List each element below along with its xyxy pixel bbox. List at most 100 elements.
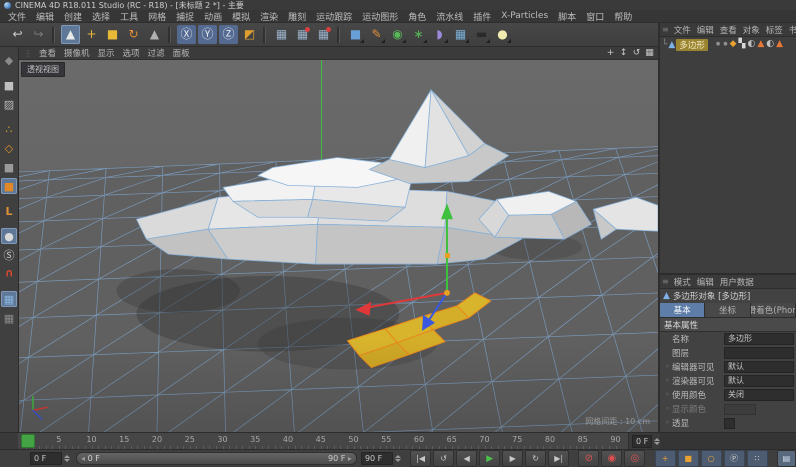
keyframe-dot-icon[interactable]: ◦ [663,363,672,371]
key-position-toggle[interactable]: + [655,450,676,467]
undo-icon[interactable]: ↩ [8,25,27,44]
menu-item[interactable]: 运动跟踪 [311,10,357,23]
lock-workplane-icon[interactable]: ▦ [1,310,17,326]
dolly-view-icon[interactable]: ↕ [617,48,630,58]
attribute-value[interactable]: 默认 [724,375,794,387]
autokey-button[interactable]: ◉ [601,450,622,467]
viewport-menu-item[interactable]: 选项 [119,47,144,59]
menu-item[interactable]: 渲染 [255,10,283,23]
object-row[interactable]: └ ▲ 多边形 ●●◆▚◐▲◐▲ [660,37,796,52]
live-selection-tool[interactable]: ▲ [61,25,80,44]
attribute-manager-menu-item[interactable]: 编辑 [694,276,717,288]
edges-mode-icon[interactable]: ◇ [1,140,17,156]
texture-tag-2[interactable]: ◐ [766,37,774,52]
attribute-value[interactable] [724,404,756,415]
rotate-tool[interactable]: ↻ [124,25,143,44]
attribute-value[interactable]: 多边形 [724,333,794,345]
menu-item[interactable]: X-Particles [496,11,553,21]
menu-item[interactable]: 雕刻 [283,10,311,23]
range-end-spinner[interactable] [395,455,401,462]
menu-item[interactable]: 选择 [87,10,115,23]
model-mode-icon[interactable]: ■ [1,77,17,93]
next-frame-button[interactable]: ▶ [502,450,523,467]
light-icon[interactable]: ● [493,25,512,44]
spline-pen-icon[interactable]: ✎ [367,25,386,44]
phong-tag[interactable]: ▲ [757,37,764,52]
object-name-label[interactable]: 多边形 [676,39,708,51]
menu-item[interactable]: 工具 [115,10,143,23]
menu-item[interactable]: 编辑 [31,10,59,23]
current-frame-field[interactable]: 0 F [632,435,652,448]
attribute-manager-menu-item[interactable]: 用户数据 [717,276,757,288]
phong-tag-2[interactable]: ▲ [776,37,783,52]
editor-visibility-dot[interactable]: ● [716,37,720,52]
pan-view-icon[interactable]: + [604,48,617,58]
menu-item[interactable]: 流水线 [431,10,468,23]
menu-item[interactable]: 帮助 [609,10,637,23]
rotate-view-icon[interactable]: ↺ [630,48,643,58]
range-start-field[interactable]: 0 F [30,452,62,465]
viewport-canvas[interactable]: 透视视图 网格间距 : 10 cm [19,60,658,432]
key-rotation-toggle[interactable]: ○ [701,450,722,467]
polygon-object-icon[interactable]: ▲ [668,40,675,50]
keyframe-dot-icon[interactable]: ◦ [663,391,672,399]
menu-item[interactable]: 捕捉 [171,10,199,23]
menu-item[interactable]: 动画 [199,10,227,23]
snap-s-icon[interactable]: Ⓢ [1,247,17,263]
prev-frame-button[interactable]: ◀ [456,450,477,467]
render-settings-icon[interactable]: ▦ [314,25,333,44]
attribute-value[interactable] [724,347,794,359]
object-manager-menu-item[interactable]: 标签 [763,24,786,36]
goto-next-key-button[interactable]: ↻ [525,450,546,467]
attribute-value[interactable]: 默认 [724,361,794,373]
environment-icon[interactable]: ▦ [451,25,470,44]
keyframe-dot-icon[interactable]: ◦ [663,419,672,427]
render-view-icon[interactable]: ▦ [272,25,291,44]
move-tool[interactable]: + [82,25,101,44]
key-pla-toggle[interactable]: ∷ [747,450,768,467]
goto-start-button[interactable]: |◀ [410,450,431,467]
subdivision-surface-icon[interactable]: ◉ [388,25,407,44]
menu-item[interactable]: 脚本 [553,10,581,23]
menu-item[interactable]: 运动图形 [357,10,403,23]
texture-mode-icon[interactable]: ▨ [1,96,17,112]
range-start-spinner[interactable] [64,455,70,462]
workplane-mode-icon[interactable]: ▦ [1,291,17,307]
attribute-value[interactable] [724,418,735,429]
enable-axis-icon[interactable]: L [1,203,17,219]
attribute-tab[interactable]: 坐标 [705,303,750,317]
attribute-manager-menu-item[interactable]: 模式 [671,276,694,288]
menu-item[interactable]: 网格 [143,10,171,23]
menu-item[interactable]: 文件 [3,10,31,23]
gizmo-center-handle[interactable] [444,290,450,296]
attribute-tab[interactable]: 平滑着色(Phong) [751,303,796,317]
goto-prev-key-button[interactable]: ↺ [433,450,454,467]
menu-item[interactable]: 插件 [468,10,496,23]
object-manager-menu-item[interactable]: 书签 [786,24,796,36]
menu-item[interactable]: 创建 [59,10,87,23]
texture-tag[interactable]: ◐ [747,37,755,52]
last-used-tool[interactable]: ▲ [145,25,164,44]
range-end-field[interactable]: 90 F [361,452,393,465]
render-picture-viewer-icon[interactable]: ▦ [293,25,312,44]
object-manager-empty-area[interactable] [660,52,796,273]
deformer-icon[interactable]: ◗ [430,25,449,44]
scale-tool[interactable]: ■ [103,25,122,44]
lock-z-axis[interactable]: Ⓩ [219,25,238,44]
viewport-menu-item[interactable]: 显示 [94,47,119,59]
polygons-mode-icon[interactable]: ■ [1,178,17,194]
points-mode-icon[interactable]: ∴ [1,121,17,137]
object-manager-menu-item[interactable]: 对象 [740,24,763,36]
camera-icon[interactable]: ▬ [472,25,491,44]
section-header[interactable]: 基本属性 [660,318,796,332]
key-scale-toggle[interactable]: ■ [678,450,699,467]
attribute-value[interactable]: 关闭 [724,389,794,401]
mouse-icon[interactable]: ● [1,228,17,244]
record-keyframe-button[interactable]: ⊘ [578,450,599,467]
object-manager-menu-item[interactable]: 编辑 [694,24,717,36]
keyframe-dot-icon[interactable]: ◦ [663,377,672,385]
object-manager-menu-item[interactable]: 查看 [717,24,740,36]
timeline-range-slider[interactable]: ◂ 0 F 90 F ▸ [76,452,357,465]
key-parameter-toggle[interactable]: Ⓟ [724,450,745,467]
viewport-menu-item[interactable]: 面板 [169,47,194,59]
